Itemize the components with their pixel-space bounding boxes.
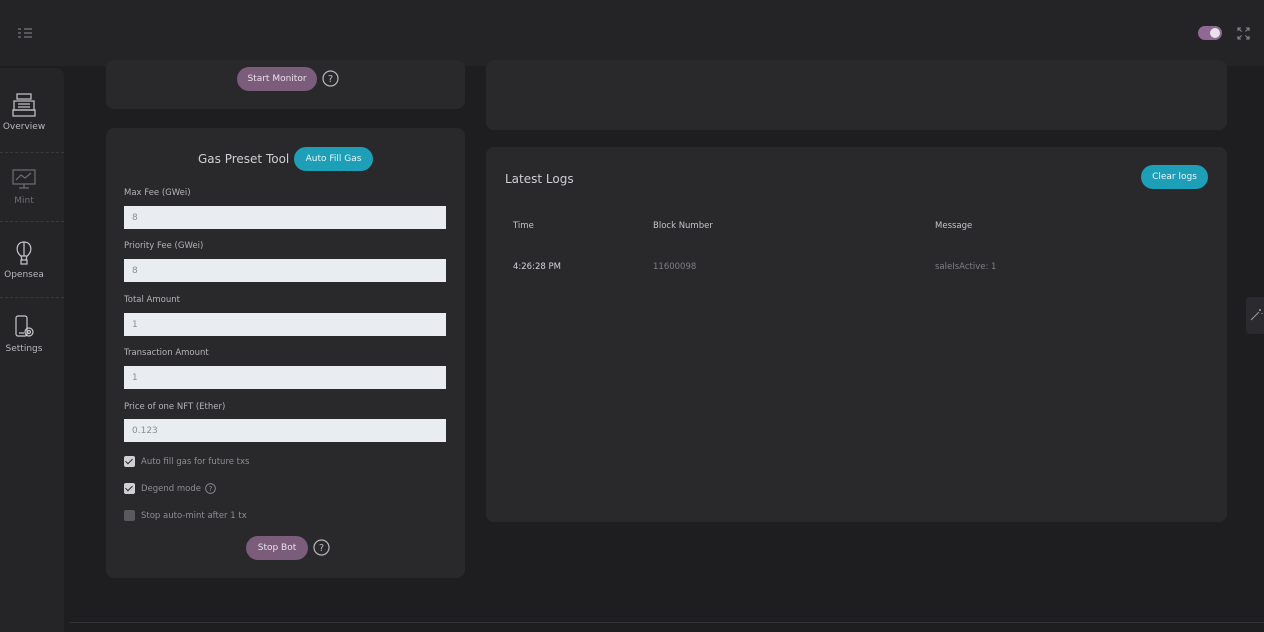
svg-text:?: ? — [209, 484, 213, 493]
gas-tool-title: Gas Preset Tool — [198, 152, 290, 166]
auto-fill-gas-button[interactable]: Auto Fill Gas — [294, 147, 373, 171]
svg-text:?: ? — [328, 74, 333, 85]
sidebar-item-settings[interactable]: Settings — [0, 314, 48, 354]
side-drawer-tab[interactable] — [1246, 297, 1264, 334]
degend-mode-checkbox[interactable] — [124, 483, 135, 494]
transaction-amount-label: Transaction Amount — [124, 348, 209, 358]
stop-auto-mint-checkbox-label: Stop auto-mint after 1 tx — [141, 511, 247, 521]
theme-toggle[interactable] — [1198, 26, 1222, 40]
phone-settings-icon — [15, 315, 34, 337]
degend-mode-checkbox-label: Degend mode — [141, 484, 201, 494]
sidebar-item-label: Overview — [2, 122, 46, 132]
svg-text:?: ? — [319, 543, 324, 554]
sidebar-item-label: Settings — [5, 344, 43, 354]
sidebar-divider — [0, 297, 64, 298]
menu-list-icon[interactable] — [17, 27, 33, 39]
log-cell-time: 4:26:28 PM — [513, 262, 561, 272]
sidebar-item-label: Opensea — [4, 270, 44, 280]
sidebar-item-opensea[interactable]: Opensea — [0, 240, 48, 280]
auto-fill-gas-checkbox-label: Auto fill gas for future txs — [141, 457, 250, 467]
nft-price-input[interactable] — [124, 419, 446, 442]
max-fee-label: Max Fee (GWei) — [124, 188, 191, 198]
hot-air-balloon-icon — [16, 241, 32, 265]
stop-bot-button[interactable]: Stop Bot — [246, 536, 308, 560]
latest-logs-card — [486, 147, 1227, 522]
log-cell-message: saleIsActive: 1 — [935, 262, 997, 272]
sidebar-divider — [0, 152, 64, 153]
start-monitor-button[interactable]: Start Monitor — [237, 67, 317, 91]
priority-fee-input[interactable] — [124, 259, 446, 282]
magic-wand-icon — [1250, 309, 1263, 321]
log-cell-block: 11600098 — [653, 262, 697, 272]
priority-fee-label: Priority Fee (GWei) — [124, 241, 204, 251]
top-bar — [0, 0, 1264, 66]
sidebar-divider — [0, 221, 64, 222]
monitor-output-card — [486, 60, 1227, 130]
toggle-knob — [1210, 28, 1220, 38]
sidebar: Overview Mint Opensea Settings — [0, 68, 64, 632]
sidebar-item-mint[interactable]: Mint — [0, 166, 48, 206]
column-header-message: Message — [935, 221, 973, 231]
total-amount-label: Total Amount — [124, 295, 180, 305]
bottom-divider — [70, 622, 1264, 623]
monitor-chart-icon — [12, 169, 36, 189]
help-icon[interactable]: ? — [322, 70, 339, 87]
transaction-amount-input[interactable] — [124, 366, 446, 389]
help-icon[interactable]: ? — [313, 539, 330, 556]
stop-auto-mint-checkbox[interactable] — [124, 510, 135, 521]
column-header-block-number: Block Number — [653, 221, 713, 231]
sidebar-item-overview[interactable]: Overview — [0, 92, 48, 132]
logs-title: Latest Logs — [505, 172, 574, 186]
clear-logs-button[interactable]: Clear logs — [1141, 165, 1208, 189]
cash-register-icon — [12, 93, 36, 117]
max-fee-input[interactable] — [124, 206, 446, 229]
nft-price-label: Price of one NFT (Ether) — [124, 402, 226, 412]
column-header-time: Time — [513, 221, 534, 231]
auto-fill-gas-checkbox[interactable] — [124, 456, 135, 467]
total-amount-input[interactable] — [124, 313, 446, 336]
help-icon[interactable]: ? — [205, 483, 216, 494]
sidebar-item-label: Mint — [14, 196, 34, 206]
fullscreen-icon[interactable] — [1237, 27, 1250, 40]
